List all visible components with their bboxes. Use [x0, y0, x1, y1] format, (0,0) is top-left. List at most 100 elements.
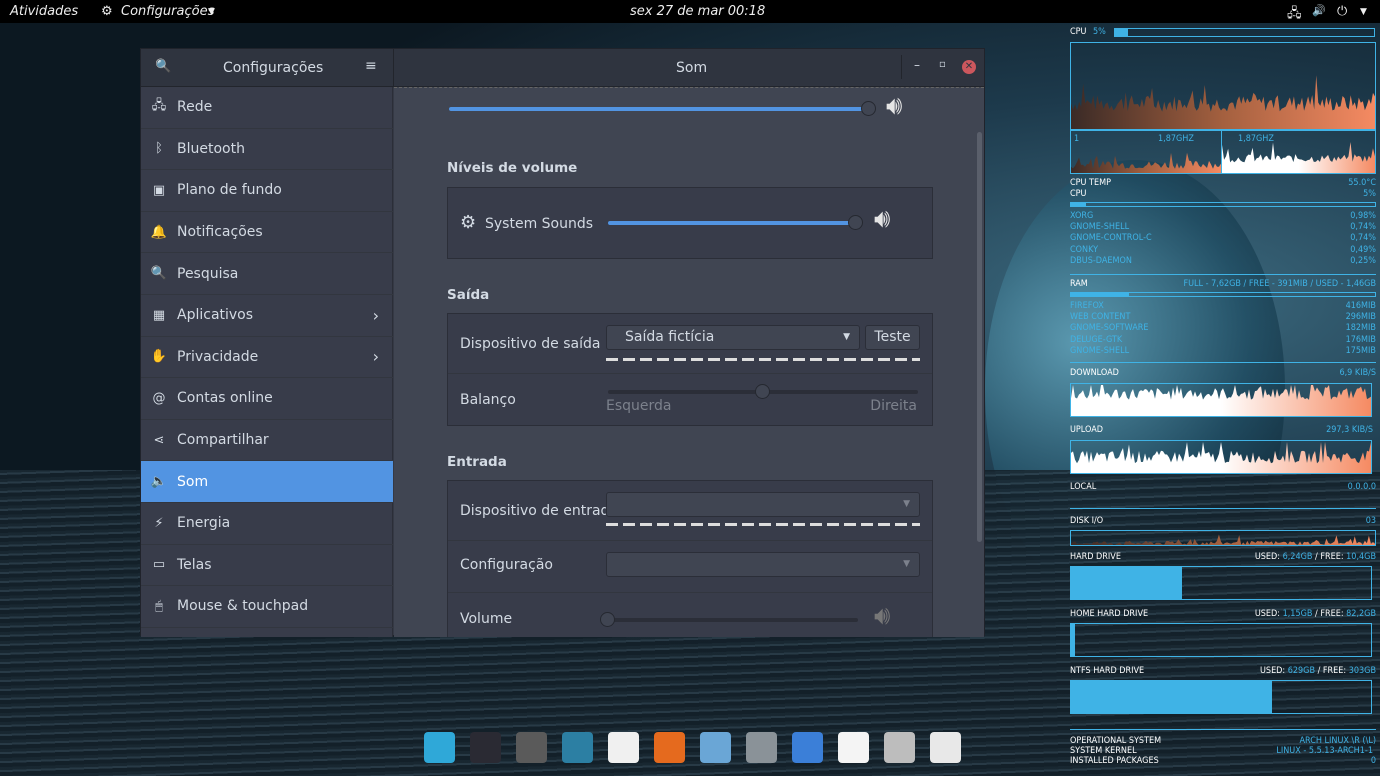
dock-settings-icon[interactable] [930, 732, 961, 763]
input-volume-slider[interactable] [600, 612, 858, 627]
network-icon[interactable]: 🖧 [1287, 4, 1302, 26]
configuration-dropdown[interactable]: ▼ [606, 552, 920, 577]
process-value: 0,98% [1350, 211, 1376, 221]
network-icon: 🖧 [151, 98, 167, 114]
divider [1070, 274, 1376, 275]
download-value: 6,9 KiB/s [1339, 368, 1376, 378]
cpu-value: 5% [1093, 27, 1106, 37]
output-box: Dispositivo de saída Saída fictícia ▼ Te… [447, 313, 933, 426]
cpu-label: CPU [1070, 27, 1087, 37]
clock[interactable]: sex 27 de mar 00:18 [630, 4, 765, 19]
cpu-bar [1114, 28, 1375, 37]
local-label: LOCAL [1070, 482, 1097, 492]
chevron-right-icon: › [372, 347, 379, 367]
core1-graph [1070, 130, 1222, 174]
sidebar-item-energia[interactable]: ⚡ Energia [141, 503, 393, 545]
test-button[interactable]: Teste [865, 325, 920, 350]
minimize-button[interactable]: – [914, 58, 920, 72]
ram-process-name: firefox [1070, 301, 1104, 311]
scrollbar[interactable] [977, 132, 982, 542]
sidebar-item-notifica-es[interactable]: 🔔 Notificações [141, 212, 393, 254]
output-device-value: Saída fictícia [625, 329, 715, 345]
dock-trash-icon[interactable] [884, 732, 915, 763]
sidebar-item-pesquisa[interactable]: 🔍 Pesquisa [141, 253, 393, 295]
background-icon: ▣ [152, 182, 166, 198]
dock-ink-icon[interactable] [746, 732, 777, 763]
free-value: 82,2GB [1346, 609, 1376, 619]
ram-process-name: gnome-software [1070, 323, 1149, 334]
sidebar-item-bluetooth[interactable]: ᛒ Bluetooth [141, 129, 393, 171]
sidebar-item-contas-online[interactable]: @ Contas online [141, 378, 393, 420]
balance-left-label: Esquerda [606, 398, 672, 414]
diskio-graph [1070, 530, 1376, 546]
app-menu[interactable]: Configurações [121, 4, 214, 19]
sidebar-item-label: Energia [177, 515, 231, 532]
system-sounds-slider[interactable] [608, 215, 863, 230]
maximize-button[interactable]: ▫ [939, 59, 946, 70]
free-label: / FREE: [1315, 552, 1344, 562]
dock-text-editor-icon[interactable] [838, 732, 869, 763]
dock-firefox-icon[interactable] [654, 732, 685, 763]
search-icon[interactable]: 🔍 [155, 59, 171, 74]
sidebar-item-label: Contas online [177, 390, 273, 407]
used-value: 6,24GB [1282, 552, 1313, 562]
sidebar-item-mouse-touchpad[interactable]: 🖱 Mouse & touchpad [141, 586, 393, 628]
output-device-dropdown[interactable]: Saída fictícia ▼ [606, 325, 860, 350]
cpu2-bar [1070, 202, 1376, 207]
hand-icon: ✋ [150, 349, 168, 365]
upload-graph [1070, 440, 1372, 474]
output-device-row: Dispositivo de saída Saída fictícia ▼ Te… [448, 314, 932, 374]
dock-disk-usage-icon[interactable] [562, 732, 593, 763]
apps-icon: ▦ [152, 307, 166, 323]
dock-rhythmbox-icon[interactable] [516, 732, 547, 763]
output-level-meter [606, 358, 920, 361]
output-heading: Saída [447, 287, 490, 303]
gear-icon: ⚙ [101, 4, 113, 19]
settings-window: 🔍 Configurações ≡ Som – ▫ ✕ 🖧 Rede ᛒ Blueto… [140, 48, 985, 637]
ram-label: RAM [1070, 279, 1088, 289]
core2-freq: 1,87GHz [1238, 134, 1274, 144]
packages-label: INSTALLED PACKAGES [1070, 756, 1159, 766]
drive-label: NTFS HARD DRIVE [1070, 666, 1145, 676]
sidebar-item-label: Rede [177, 99, 213, 116]
sidebar-item-label: Notificações [177, 224, 263, 241]
sound-panel: 🔊︎ Níveis de volume ⚙ System Sounds 🔊︎ S… [394, 87, 984, 637]
cpu2-value: 5% [1363, 189, 1376, 199]
sidebar-item-privacidade[interactable]: ✋ Privacidade › [141, 337, 393, 379]
menu-icon[interactable]: ≡ [365, 58, 377, 74]
kernel-label: SYSTEM KERNEL [1070, 746, 1137, 756]
system-menu-chevron-icon[interactable]: ▼ [1360, 7, 1367, 17]
ram-value: FULL - 7,62GB / FREE - 391MiB / USED - 1… [1183, 279, 1376, 289]
input-device-dropdown[interactable]: ▼ [606, 492, 920, 517]
sidebar-item-rede[interactable]: 🖧 Rede [141, 87, 393, 129]
levels-heading: Níveis de volume [447, 160, 578, 176]
dock-thunderbird-icon[interactable] [608, 732, 639, 763]
close-button[interactable]: ✕ [962, 60, 976, 74]
output-volume-slider[interactable] [449, 101, 876, 116]
upload-label: UPLOAD [1070, 425, 1103, 435]
dock-file-cabinet-icon[interactable] [792, 732, 823, 763]
sidebar-item-label: Compartilhar [177, 432, 269, 449]
dock-system-monitor-icon[interactable] [424, 732, 455, 763]
input-volume-label: Volume [460, 611, 513, 627]
sidebar-item-telas[interactable]: ▭ Telas [141, 545, 393, 587]
search-icon: 🔍 [150, 266, 168, 282]
power-icon[interactable]: ⏻ [1337, 4, 1347, 19]
graph-area [1071, 75, 1375, 129]
sidebar-item-compartilhar[interactable]: ⋖ Compartilhar [141, 420, 393, 462]
sidebar-item-label: Som [177, 473, 209, 490]
balance-slider[interactable] [608, 384, 918, 399]
ram-process-name: web content [1070, 312, 1131, 323]
sidebar-item-aplicativos[interactable]: ▦ Aplicativos › [141, 295, 393, 337]
volume-icon[interactable]: 🔊 [1312, 4, 1326, 17]
activities-button[interactable]: Atividades [10, 4, 78, 19]
used-label: USED: [1254, 609, 1280, 619]
speaker-high-icon: 🔊︎ [886, 91, 903, 121]
sidebar-item-plano-de-fundo[interactable]: ▣ Plano de fundo [141, 170, 393, 212]
dock-chromium-icon[interactable] [700, 732, 731, 763]
drive-usage-bar [1070, 566, 1372, 600]
dock-terminal-icon[interactable] [470, 732, 501, 763]
sidebar-item-som[interactable]: 🔈 Som [141, 461, 393, 503]
ram-bar [1070, 292, 1376, 297]
process-value: 0,74% [1350, 222, 1376, 233]
